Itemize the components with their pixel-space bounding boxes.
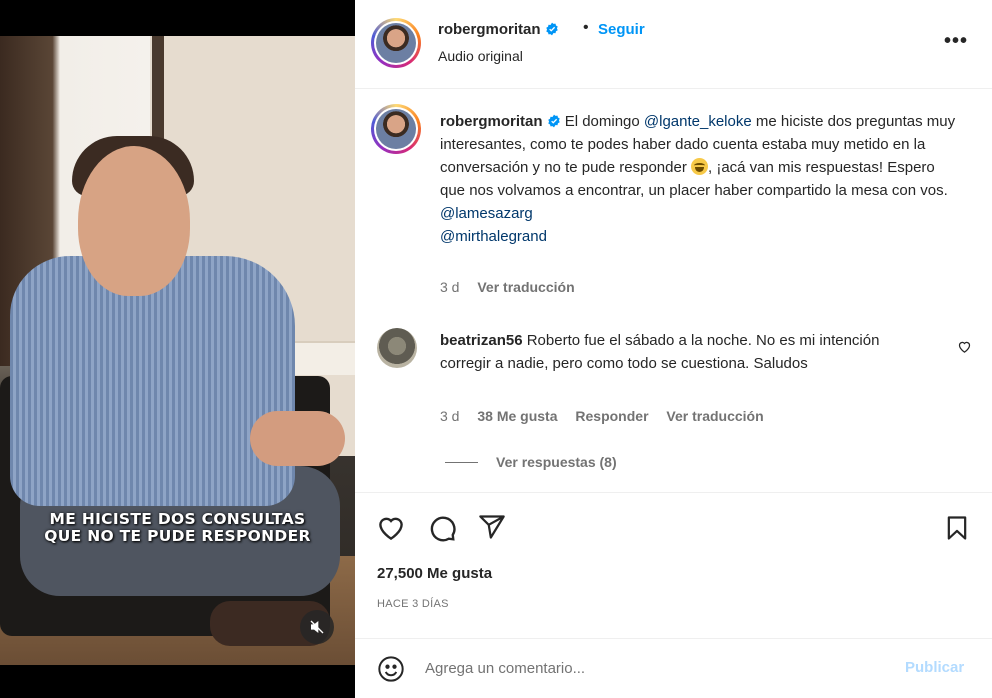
post-header: robergmoritan • Seguir Audio original ••… [355, 0, 992, 89]
replies-divider [445, 461, 478, 463]
caption-meta: 3 d Ver traducción [440, 279, 589, 295]
translate-button[interactable]: Ver traducción [477, 279, 574, 295]
mention-link[interactable]: @lgante_keloke [644, 113, 752, 130]
verified-badge-icon [545, 22, 558, 36]
comment-like-heart-icon[interactable] [957, 339, 972, 354]
mention-link[interactable]: @lamesazarg [440, 205, 533, 222]
comment-meta: 3 d 38 Me gusta Responder Ver traducción [440, 408, 778, 424]
video-caption-line2: QUE NO TE PUDE RESPONDER [44, 527, 311, 545]
video-caption-line1: ME HICISTE DOS CONSULTAS [49, 510, 306, 528]
separator-dot: • [583, 19, 589, 36]
likes-count[interactable]: 27,500 Me gusta [377, 565, 492, 582]
commenter-username[interactable]: beatrizan56 [440, 332, 523, 349]
caption-timestamp[interactable]: 3 d [440, 279, 459, 295]
send-icon[interactable] [478, 513, 506, 541]
caption-author-avatar[interactable] [371, 104, 421, 154]
video-caption: ME HICISTE DOS CONSULTAS QUE NO TE PUDE … [0, 511, 355, 545]
comment-likes[interactable]: 38 Me gusta [477, 408, 557, 424]
comment-translate-button[interactable]: Ver traducción [666, 408, 763, 424]
video-player[interactable] [0, 36, 355, 665]
audio-link[interactable]: Audio original [438, 48, 523, 64]
comment-input[interactable] [425, 653, 875, 683]
author-avatar[interactable] [371, 18, 421, 68]
comment-icon[interactable] [427, 513, 457, 543]
action-bar [355, 492, 992, 562]
bookmark-icon[interactable] [943, 513, 971, 543]
more-options-button[interactable]: ••• [944, 30, 968, 53]
commenter-avatar[interactable] [377, 328, 417, 368]
heart-icon[interactable] [376, 513, 406, 543]
post-details-panel: robergmoritan • Seguir Audio original ••… [355, 0, 992, 698]
follow-button[interactable]: Seguir [598, 21, 645, 38]
author-username[interactable]: robergmoritan [438, 21, 559, 38]
mute-button[interactable] [300, 610, 334, 644]
add-comment-bar: Publicar [355, 638, 992, 698]
post-date[interactable]: HACE 3 DÍAS [377, 598, 449, 610]
verified-badge-icon [547, 114, 560, 128]
caption-username[interactable]: robergmoritan [440, 113, 543, 130]
mention-link[interactable]: @mirthalegrand [440, 228, 547, 245]
view-replies-button[interactable]: Ver respuestas (8) [445, 454, 617, 470]
speaker-muted-icon [310, 620, 324, 634]
comment-timestamp[interactable]: 3 d [440, 408, 459, 424]
post-media: ME HICISTE DOS CONSULTAS QUE NO TE PUDE … [0, 0, 355, 698]
smiley-icon[interactable] [377, 655, 405, 683]
comment-text: beatrizan56 Roberto fue el sábado a la n… [440, 332, 880, 372]
caption-text: robergmoritan El domingo @lgante_keloke … [440, 113, 956, 245]
reply-button[interactable]: Responder [575, 408, 648, 424]
publish-button[interactable]: Publicar [905, 659, 964, 676]
laughing-tears-emoji-icon [691, 158, 708, 175]
